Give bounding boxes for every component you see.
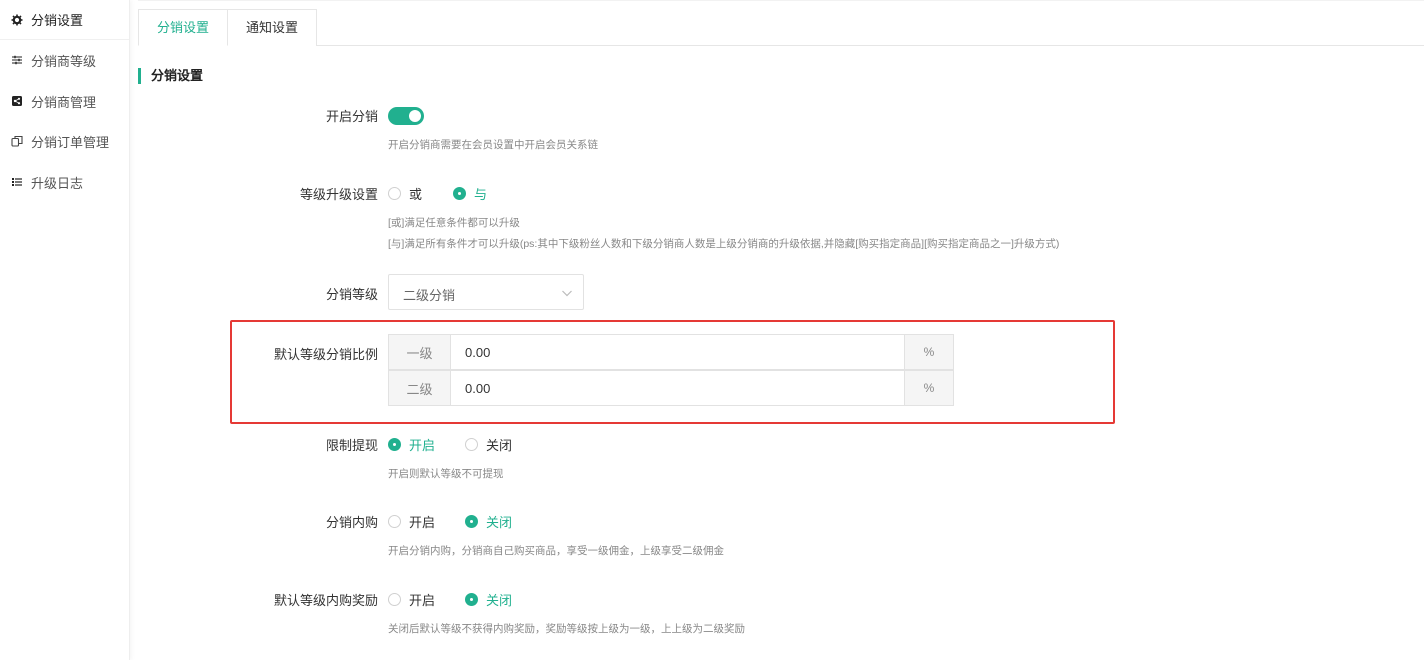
sidebar-item-label: 分销商等级	[31, 53, 97, 69]
upgrade-or-radio[interactable]: 或	[388, 184, 422, 203]
radio-label: 关闭	[486, 593, 513, 608]
radio-label: 与	[474, 187, 488, 202]
radio-label: 开启	[409, 593, 436, 608]
radio-circle	[465, 515, 478, 528]
default-reward-on-radio[interactable]: 开启	[388, 590, 435, 609]
sidebar-item-label: 升级日志	[31, 175, 84, 191]
self-buy-hint: 开启分销内购，分销商自己购买商品，享受一级佣金，上级享受二级佣金	[388, 545, 724, 557]
radio-label: 关闭	[486, 515, 513, 530]
sidebar-item-distributor-management[interactable]: 分销商管理	[0, 81, 129, 121]
radio-circle	[465, 438, 478, 451]
radio-label: 关闭	[486, 438, 513, 453]
default-ratio-label: 默认等级分销比例	[273, 347, 378, 362]
upgrade-and-radio[interactable]: 与	[453, 184, 487, 203]
copy-icon	[10, 134, 24, 148]
sliders-icon	[10, 53, 24, 67]
default-reward-hint: 关闭后默认等级不获得内购奖励，奖励等级按上级为一级，上上级为二级奖励	[388, 623, 745, 635]
radio-circle	[453, 187, 466, 200]
self-buy-on-radio[interactable]: 开启	[388, 512, 435, 531]
enable-distribution-toggle[interactable]	[388, 107, 424, 125]
level1-prefix: 一级	[389, 335, 451, 369]
chevron-down-icon	[561, 287, 573, 299]
sidebar-item-order-management[interactable]: 分销订单管理	[0, 121, 129, 161]
radio-circle	[388, 438, 401, 451]
sidebar-item-label: 分销商管理	[31, 94, 97, 110]
upgrade-hint-and: [与]满足所有条件才可以升级(ps:其中下级粉丝人数和下级分销商人数是上级分销商…	[388, 238, 1060, 250]
distribution-level-label: 分销等级	[325, 287, 378, 302]
default-reward-label: 默认等级内购奖励	[273, 593, 378, 608]
percent-suffix: %	[904, 371, 953, 405]
distribution-level-select[interactable]: 二级分销	[388, 274, 584, 310]
percent-suffix: %	[904, 335, 953, 369]
list-icon	[10, 175, 24, 189]
radio-label: 或	[409, 187, 423, 202]
radio-circle	[465, 593, 478, 606]
gear-icon	[10, 13, 24, 27]
limit-withdraw-off-radio[interactable]: 关闭	[465, 435, 512, 454]
sidebar-item-distribution-settings[interactable]: 分销设置	[0, 0, 129, 40]
main-content: 分销设置 通知设置 分销设置 开启分销 开启分销商需要在会员设置中开启会员关系链…	[138, 0, 1424, 660]
sidebar-item-distributor-level[interactable]: 分销商等级	[0, 40, 129, 80]
level2-ratio-input[interactable]	[451, 371, 904, 405]
self-buy-label: 分销内购	[325, 515, 378, 530]
limit-withdraw-hint: 开启则默认等级不可提现	[388, 468, 504, 480]
select-value: 二级分销	[403, 288, 456, 303]
sidebar: 分销设置 分销商等级 分销商管理 分销订单管理 升级日志	[0, 0, 130, 660]
level2-ratio-group: 二级 %	[388, 370, 954, 406]
enable-distribution-label: 开启分销	[325, 109, 378, 124]
radio-circle	[388, 515, 401, 528]
level2-prefix: 二级	[389, 371, 451, 405]
level1-ratio-input[interactable]	[451, 335, 904, 369]
sidebar-item-label: 分销设置	[31, 13, 84, 28]
sidebar-item-upgrade-log[interactable]: 升级日志	[0, 162, 129, 202]
limit-withdraw-on-radio[interactable]: 开启	[388, 435, 435, 454]
enable-distribution-hint: 开启分销商需要在会员设置中开启会员关系链	[388, 139, 598, 151]
default-reward-off-radio[interactable]: 关闭	[465, 590, 512, 609]
top-divider	[138, 0, 1424, 1]
section-title: 分销设置	[138, 68, 203, 84]
limit-withdraw-label: 限制提现	[325, 438, 378, 453]
radio-circle	[388, 187, 401, 200]
toggle-knob	[409, 110, 421, 122]
level1-ratio-group: 一级 %	[388, 334, 954, 370]
radio-label: 开启	[409, 515, 436, 530]
self-buy-off-radio[interactable]: 关闭	[465, 512, 512, 531]
tab-bar: 分销设置 通知设置	[138, 9, 1424, 46]
upgrade-setting-label: 等级升级设置	[299, 187, 378, 202]
tab-notification-settings[interactable]: 通知设置	[228, 9, 318, 46]
sidebar-item-label: 分销订单管理	[31, 134, 110, 150]
share-icon	[10, 94, 24, 108]
tab-distribution-settings[interactable]: 分销设置	[138, 9, 229, 46]
upgrade-hint-or: [或]满足任意条件都可以升级	[388, 217, 520, 229]
radio-circle	[388, 593, 401, 606]
radio-label: 开启	[409, 438, 436, 453]
